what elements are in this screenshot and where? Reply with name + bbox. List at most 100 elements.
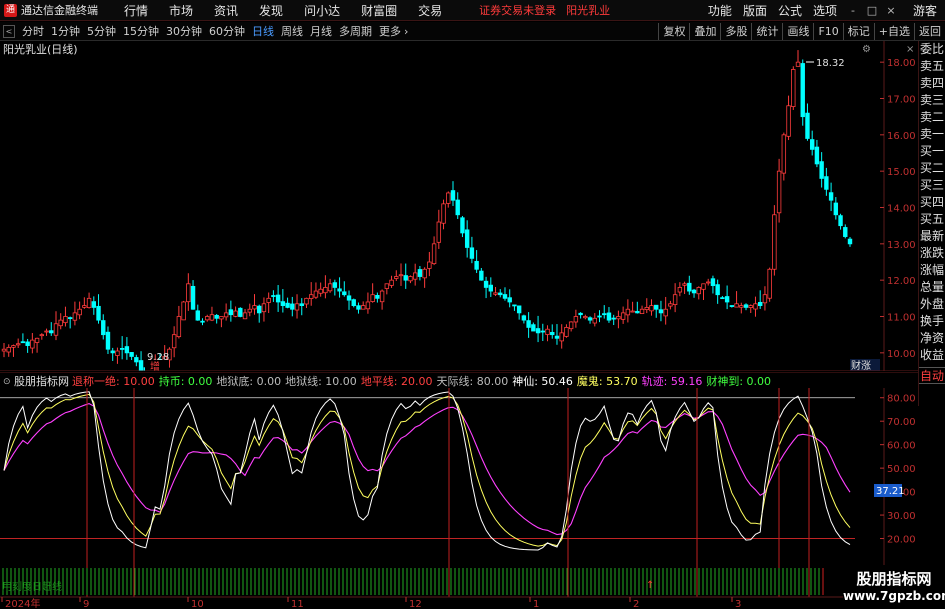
date-label: 2 [633, 599, 639, 609]
tool-huaxian[interactable]: 画线 [782, 22, 813, 40]
quote-item-4[interactable]: 卖二 [919, 109, 945, 126]
candle-body [805, 112, 810, 139]
menu-wenxiaoda[interactable]: 问小达 [304, 2, 340, 19]
menu-shichang[interactable]: 市场 [169, 2, 193, 19]
candle-body [833, 202, 839, 216]
tool-diejia[interactable]: 叠加 [689, 22, 720, 40]
candle-body [39, 334, 45, 337]
guest-button[interactable]: 游客 [913, 2, 937, 19]
candle-body [394, 276, 399, 279]
candle-body [101, 320, 106, 336]
quote-item-0[interactable]: 委比 [919, 41, 945, 58]
chevron-right-icon[interactable]: › [404, 25, 408, 38]
tool-duogu[interactable]: 多股 [720, 22, 751, 40]
indicator-chart[interactable]: ⊙ 股朋指标网 退称一绝: 10.00 持币: 0.00 地狱底: 0.00 地狱线:… [0, 372, 918, 609]
menu-xuanxiang[interactable]: 选项 [813, 2, 837, 19]
candle-body [30, 339, 35, 349]
candle-body [233, 310, 238, 317]
menu-faxian[interactable]: 发现 [259, 2, 283, 19]
indicator-settings-icon[interactable]: ⊙ [3, 377, 11, 387]
candle-body [550, 331, 555, 336]
period-day[interactable]: 日线 [252, 23, 274, 39]
chart-title: 阳光乳业(日线) [3, 42, 78, 56]
settings-gear-icon[interactable]: ⚙ [862, 44, 871, 55]
candle-body [767, 268, 772, 299]
period-fenshi[interactable]: 分时 [22, 23, 44, 39]
close-icon[interactable]: × [906, 44, 914, 55]
candle-body [762, 294, 768, 304]
tool-zixuan[interactable]: +自选 [873, 22, 914, 40]
tool-biaoji[interactable]: 标记 [842, 22, 874, 40]
quote-item-8[interactable]: 买三 [919, 177, 945, 194]
period-30min[interactable]: 30分钟 [166, 23, 202, 39]
login-notice[interactable]: 证券交易未登录 [479, 2, 556, 18]
tool-fanhui[interactable]: 返回 [914, 22, 945, 40]
quote-item-11[interactable]: 最新 [919, 228, 945, 245]
quote-item-10[interactable]: 买五 [919, 211, 945, 228]
candle-body [327, 283, 333, 292]
menu-zixun[interactable]: 资讯 [214, 2, 238, 19]
menu-gongshi[interactable]: 公式 [778, 2, 802, 19]
quote-item-15[interactable]: 外盘 [919, 296, 945, 313]
candle-body [819, 161, 824, 179]
quote-item-16[interactable]: 换手 [919, 313, 945, 330]
quote-item-6[interactable]: 买一 [919, 143, 945, 160]
close-button[interactable]: × [883, 4, 899, 17]
quote-item-7[interactable]: 买二 [919, 160, 945, 177]
quote-item-13[interactable]: 涨幅 [919, 262, 945, 279]
quote-item-1[interactable]: 卖五 [919, 58, 945, 75]
candle-body [535, 328, 541, 334]
period-more[interactable]: 更多 [379, 23, 401, 39]
quote-item-18[interactable]: 收益 [919, 347, 945, 364]
candle-body [564, 326, 569, 337]
tool-fuquan[interactable]: 复权 [658, 22, 689, 40]
candle-body [181, 301, 186, 321]
candle-body [294, 303, 300, 311]
candle-body [554, 335, 560, 339]
candle-body [838, 215, 843, 227]
period-1min[interactable]: 1分钟 [51, 23, 80, 39]
menu-caifuquan[interactable]: 财富圈 [361, 2, 397, 19]
caizhang-badge[interactable]: 财涨 [851, 359, 871, 371]
quote-item-9[interactable]: 买四 [919, 194, 945, 211]
candle-body [408, 276, 413, 282]
arrow-up-icon: ↑ [646, 580, 654, 591]
candle-body [356, 305, 361, 310]
quote-item-3[interactable]: 卖三 [919, 92, 945, 109]
period-week[interactable]: 周线 [281, 23, 303, 39]
date-label: 2024年 [5, 597, 40, 609]
indicator-tick-label: 50.00 [887, 464, 916, 475]
date-label: 11 [291, 599, 304, 609]
maximize-button[interactable]: □ [864, 4, 880, 17]
menu-jiaoyi[interactable]: 交易 [418, 2, 442, 19]
quote-item-17[interactable]: 净资 [919, 330, 945, 347]
period-60min[interactable]: 60分钟 [209, 23, 245, 39]
candle-body [412, 272, 418, 280]
app-logo-icon: 通 [4, 3, 17, 17]
watermark: 股朋指标网 www.7gpzb.com [843, 565, 945, 609]
period-month[interactable]: 月线 [310, 23, 332, 39]
price-chart[interactable]: 阳光乳业(日线) ⚙ × 18.00 17.00 16.00 15.00 14.00 13… [0, 41, 918, 371]
quote-item-2[interactable]: 卖四 [919, 75, 945, 92]
tool-tongji[interactable]: 统计 [751, 22, 782, 40]
menu-banmian[interactable]: 版面 [743, 2, 767, 19]
quote-item-14[interactable]: 总量 [919, 279, 945, 296]
quote-item-5[interactable]: 卖一 [919, 126, 945, 143]
auto-button[interactable]: 自动 [919, 367, 945, 384]
menu-hangqing[interactable]: 行情 [124, 2, 148, 19]
chevron-left-icon[interactable]: < [3, 24, 15, 38]
candle-body [25, 341, 30, 346]
period-multi[interactable]: 多周期 [339, 23, 372, 39]
menu-gongneng[interactable]: 功能 [708, 2, 732, 19]
quote-item-12[interactable]: 涨跌 [919, 245, 945, 262]
candle-body [360, 305, 366, 310]
minimize-button[interactable]: - [845, 4, 861, 17]
candle-body [493, 292, 498, 295]
tool-f10[interactable]: F10 [813, 22, 842, 40]
zeng-badge: 增 [150, 360, 160, 371]
price-tick-label: 12.00 [887, 276, 916, 287]
candle-body [384, 283, 390, 289]
candle-body [724, 296, 730, 303]
period-15min[interactable]: 15分钟 [123, 23, 159, 39]
period-5min[interactable]: 5分钟 [87, 23, 116, 39]
